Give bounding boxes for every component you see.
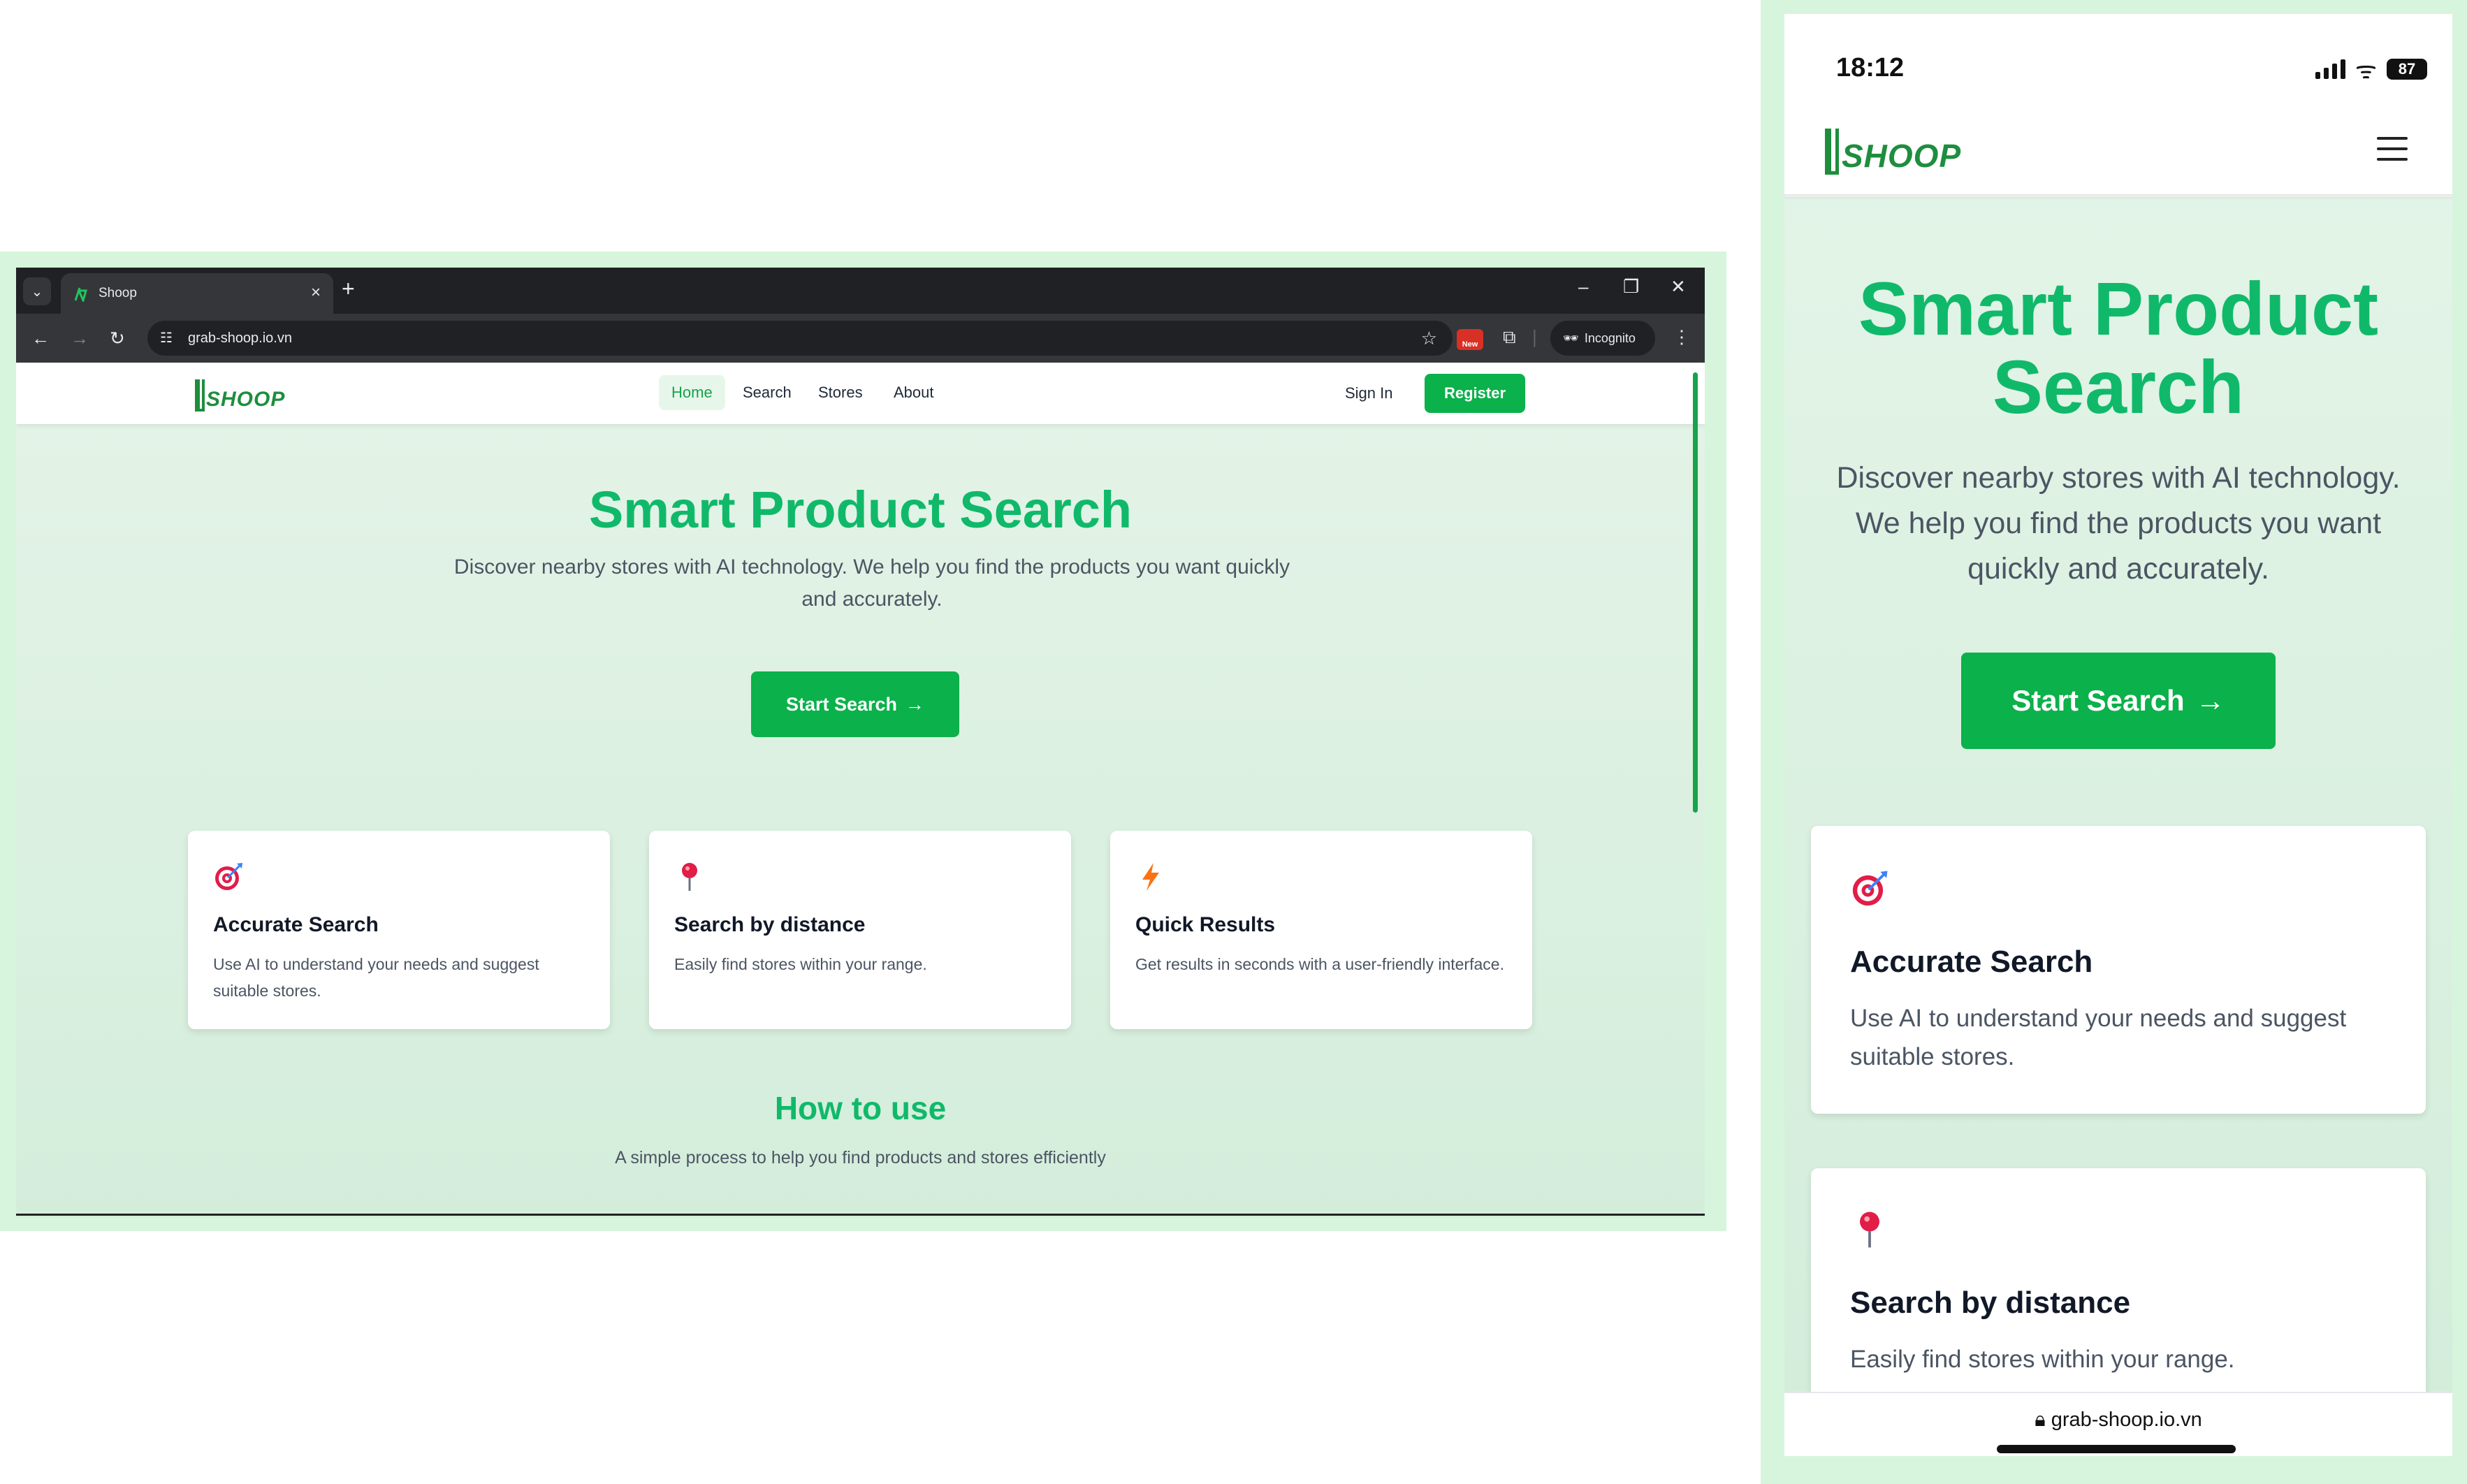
minimize-icon[interactable]: – bbox=[1578, 276, 1588, 298]
feature-desc: Get results in seconds with a user-frien… bbox=[1135, 955, 1504, 973]
target-icon bbox=[215, 863, 242, 890]
battery-icon: 87 bbox=[2387, 59, 2427, 80]
incognito-badge[interactable]: 🕶 Incognito bbox=[1550, 321, 1655, 356]
feature-title: Accurate Search bbox=[213, 913, 379, 936]
feature-card-accurate-search: Accurate Search Use AI to understand you… bbox=[188, 831, 610, 1029]
phone-screen: 18:12 ᯤ 87 SHOOP Smart Product Search Di… bbox=[1784, 14, 2452, 1456]
incognito-label: Incognito bbox=[1584, 330, 1636, 345]
header-shadow bbox=[1784, 194, 2452, 200]
status-time: 18:12 bbox=[1836, 53, 1905, 82]
tab-close-icon[interactable]: × bbox=[311, 283, 321, 303]
feature-card-search-by-distance: Search by distance Easily find stores wi… bbox=[649, 831, 1071, 1029]
shoop-logo[interactable]: SHOOP bbox=[195, 374, 285, 412]
mobile-frame: 18:12 ᯤ 87 SHOOP Smart Product Search Di… bbox=[1761, 0, 2467, 1484]
feature-desc: Easily find stores within your range. bbox=[674, 955, 927, 973]
arrow-right-icon: → bbox=[2195, 684, 2225, 717]
feature-desc: Use AI to understand your needs and sugg… bbox=[213, 955, 539, 1000]
nav-stores[interactable]: Stores bbox=[818, 384, 863, 402]
status-icons: ᯤ 87 bbox=[2315, 53, 2427, 85]
logo-bag-icon bbox=[195, 379, 205, 412]
lock-icon: 🔒︎ bbox=[2035, 1409, 2051, 1431]
scrollbar-thumb[interactable] bbox=[1693, 372, 1698, 813]
nav-search[interactable]: Search bbox=[743, 384, 792, 402]
browser-menu-icon[interactable]: ⋮ bbox=[1673, 326, 1691, 348]
hero-subtitle: Discover nearby stores with AI technolog… bbox=[1836, 461, 2401, 585]
site-header: SHOOP Home Search Stores About Sign In R… bbox=[16, 363, 1705, 424]
wifi-icon: ᯤ bbox=[2355, 57, 2377, 84]
extensions-puzzle-icon[interactable]: ⧉ bbox=[1503, 326, 1516, 349]
mobile-url: 🔒︎ grab-shoop.io.vn bbox=[1784, 1409, 2452, 1432]
mobile-page-body: Smart Product Search Discover nearby sto… bbox=[1784, 197, 2452, 1392]
bookmark-star-icon[interactable]: ☆ bbox=[1421, 328, 1437, 349]
home-indicator[interactable] bbox=[1997, 1445, 2236, 1453]
forward-icon[interactable]: → bbox=[71, 328, 89, 349]
toolbar-divider: | bbox=[1532, 326, 1537, 347]
arrow-right-icon: → bbox=[905, 693, 925, 715]
shoop-logo[interactable]: SHOOP bbox=[1825, 122, 1961, 175]
feature-desc: Use AI to understand your needs and sugg… bbox=[1850, 1005, 2347, 1070]
sign-in-link[interactable]: Sign In bbox=[1345, 384, 1393, 402]
hero-title: Smart Product Search bbox=[588, 481, 1133, 539]
feature-desc: Easily find stores within your range. bbox=[1850, 1346, 2235, 1373]
back-icon[interactable]: ← bbox=[31, 328, 50, 349]
mobile-url-bar[interactable]: 🔒︎ grab-shoop.io.vn bbox=[1784, 1392, 2452, 1456]
logo-text: SHOOP bbox=[206, 388, 286, 411]
browser-tab[interactable]: Shoop × bbox=[61, 273, 333, 314]
address-url[interactable]: grab-shoop.io.vn bbox=[188, 330, 292, 347]
nav-about[interactable]: About bbox=[894, 384, 934, 402]
start-search-button[interactable]: Start Search → bbox=[1961, 653, 2276, 749]
close-window-icon[interactable]: ✕ bbox=[1671, 276, 1686, 298]
start-search-label: Start Search bbox=[2011, 684, 2185, 717]
signal-icon bbox=[2315, 59, 2345, 79]
extension-new-icon[interactable]: New bbox=[1457, 329, 1483, 350]
target-icon bbox=[1852, 871, 1888, 906]
reload-icon[interactable]: ↻ bbox=[110, 328, 125, 349]
address-bar[interactable]: ☷ grab-shoop.io.vn ☆ bbox=[147, 321, 1453, 356]
logo-bag-icon bbox=[1825, 129, 1839, 175]
hero-subtitle: Discover nearby stores with AI technolog… bbox=[453, 555, 1290, 611]
viewport-bottom-edge bbox=[16, 1214, 1705, 1216]
feature-title: Accurate Search bbox=[1850, 945, 2093, 979]
desktop-frame: ⌄ Shoop × + – ❐ ✕ ← → ↻ ☷ grab-shoop.io.… bbox=[0, 252, 1726, 1231]
pin-icon bbox=[682, 863, 697, 891]
register-button[interactable]: Register bbox=[1425, 374, 1525, 413]
mobile-url-text: grab-shoop.io.vn bbox=[2051, 1409, 2202, 1431]
tab-title: Shoop bbox=[99, 286, 137, 300]
site-settings-icon[interactable]: ☷ bbox=[160, 329, 173, 347]
how-to-use-subtitle: A simple process to help you find produc… bbox=[615, 1148, 1106, 1167]
feature-title: Search by distance bbox=[674, 913, 866, 936]
incognito-icon: 🕶 bbox=[1563, 330, 1579, 345]
new-tab-icon[interactable]: + bbox=[342, 276, 355, 302]
favicon-icon bbox=[74, 287, 87, 302]
screenshot-canvas: ⌄ Shoop × + – ❐ ✕ ← → ↻ ☷ grab-shoop.io.… bbox=[0, 0, 2467, 1484]
pin-icon bbox=[1860, 1212, 1879, 1248]
logo-text: SHOOP bbox=[1842, 138, 1962, 174]
feature-title: Search by distance bbox=[1850, 1286, 2131, 1320]
start-search-label: Start Search bbox=[785, 693, 898, 715]
nav-home[interactable]: Home bbox=[659, 375, 725, 410]
start-search-button[interactable]: Start Search → bbox=[751, 671, 959, 737]
feature-card-quick-results: Quick Results Get results in seconds wit… bbox=[1110, 831, 1532, 1029]
feature-card-search-by-distance: Search by distance Easily find stores wi… bbox=[1811, 1168, 2426, 1392]
hero-title: Smart Product Search bbox=[1858, 266, 2379, 429]
feature-title: Quick Results bbox=[1135, 913, 1276, 936]
how-to-use-title: How to use bbox=[774, 1090, 947, 1126]
tab-search-button[interactable]: ⌄ bbox=[23, 277, 51, 305]
page-viewport: SHOOP Home Search Stores About Sign In R… bbox=[16, 363, 1705, 1218]
tab-strip: ⌄ Shoop × + – ❐ ✕ bbox=[16, 268, 1705, 314]
restore-icon[interactable]: ❐ bbox=[1623, 276, 1639, 298]
browser-toolbar: ← → ↻ ☷ grab-shoop.io.vn ☆ New ⧉ | 🕶 Inc… bbox=[16, 314, 1705, 363]
browser-window: ⌄ Shoop × + – ❐ ✕ ← → ↻ ☷ grab-shoop.io.… bbox=[16, 268, 1705, 1218]
feature-card-accurate-search: Accurate Search Use AI to understand you… bbox=[1811, 826, 2426, 1114]
lightning-icon bbox=[1142, 863, 1159, 891]
menu-icon[interactable] bbox=[2377, 137, 2408, 161]
